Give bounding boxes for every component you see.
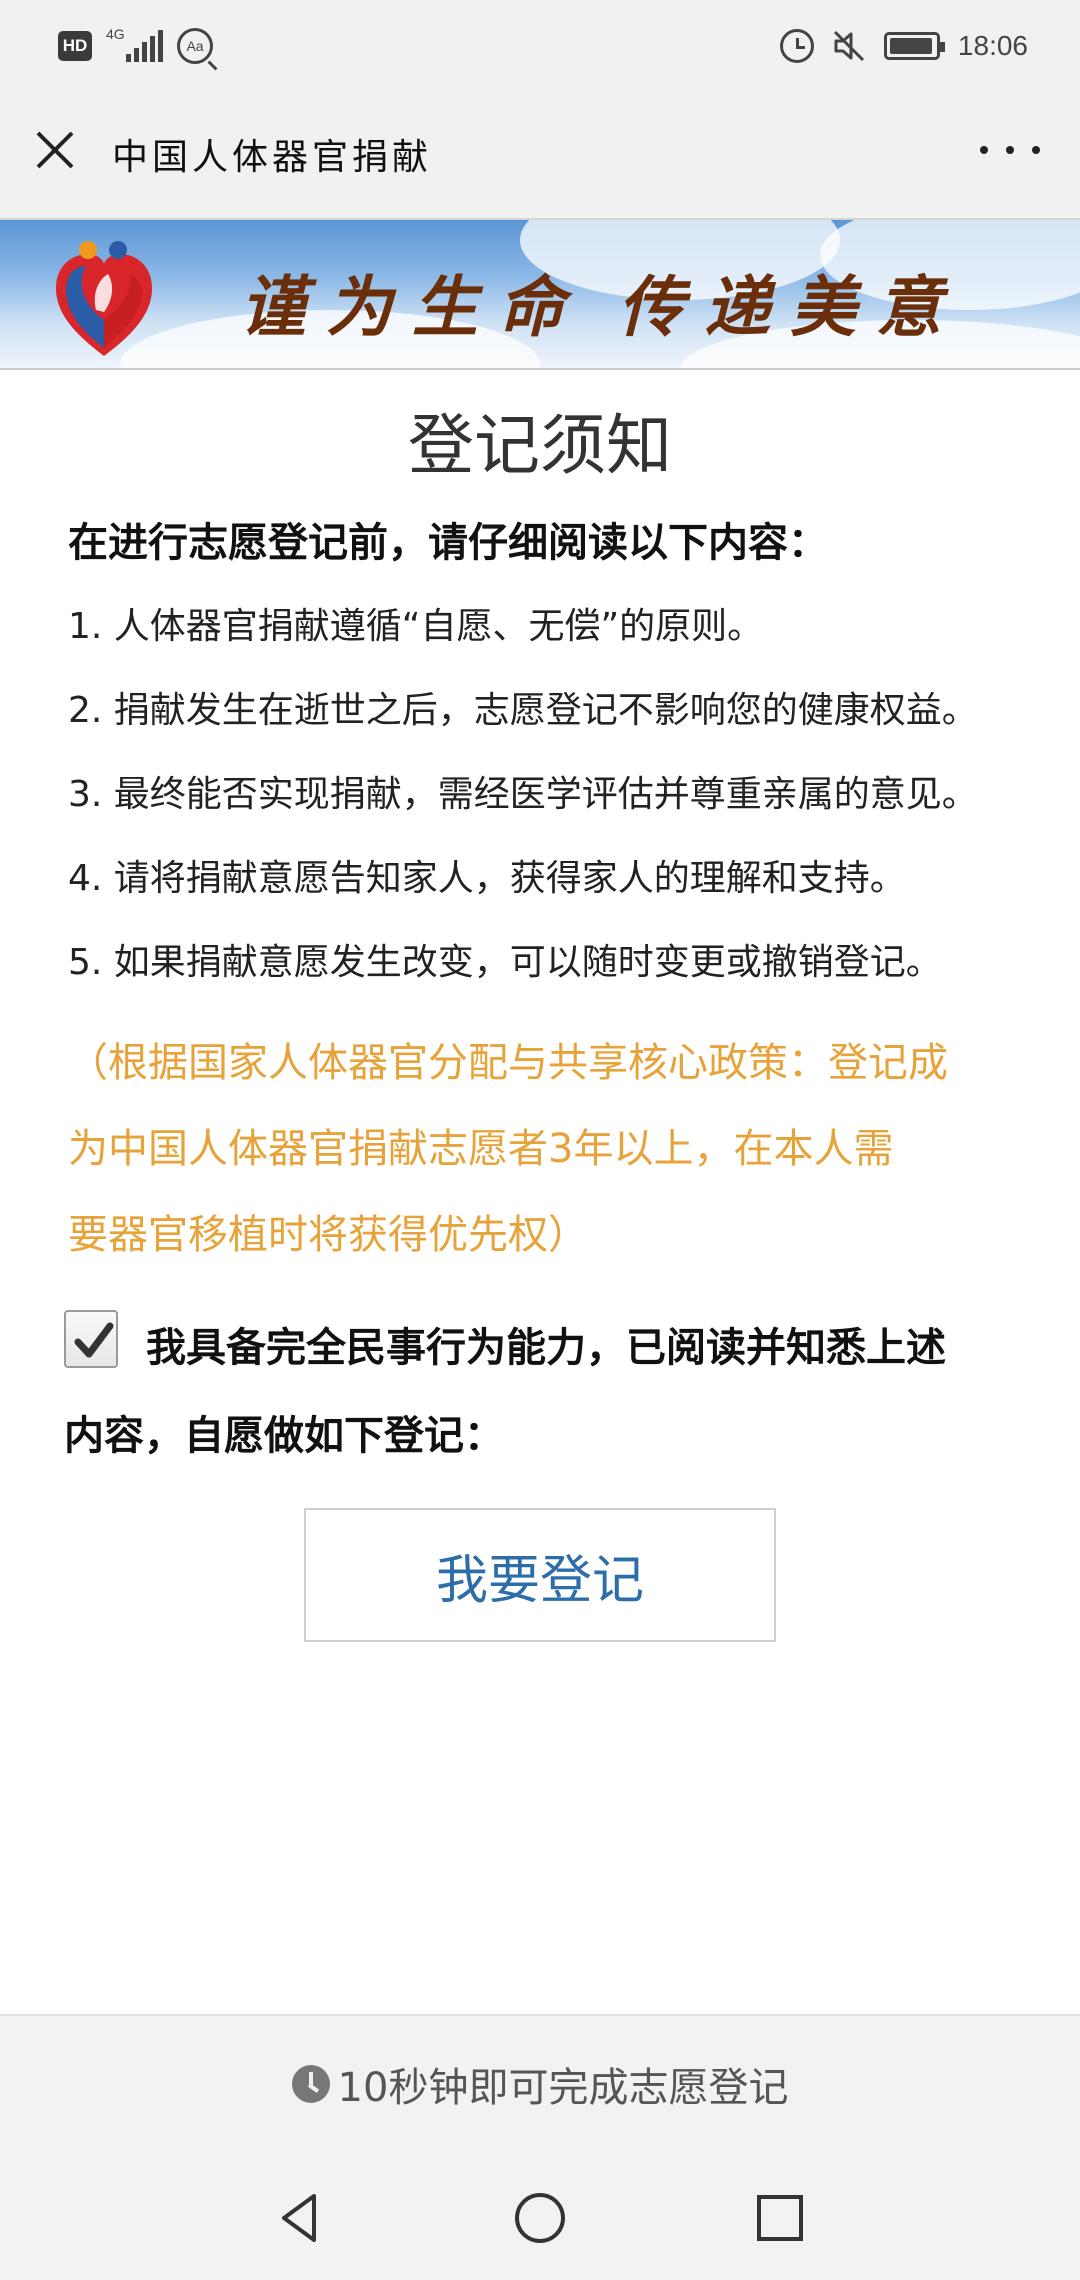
status-left: HD 4G Aa <box>58 26 213 66</box>
navigation-bar <box>0 2152 1080 2280</box>
battery-icon <box>883 32 945 60</box>
consent-checkbox[interactable] <box>64 1310 118 1368</box>
back-icon[interactable] <box>270 2188 330 2248</box>
signal-icon: 4G <box>106 26 163 62</box>
footer-banner[interactable]: 10秒钟即可完成志愿登记 <box>0 2014 1080 2152</box>
clock-icon <box>291 2065 330 2103</box>
banner-slogan: 谨为生命 传递美意 <box>240 254 962 350</box>
mute-icon <box>833 30 864 62</box>
footer-text: 10秒钟即可完成志愿登记 <box>337 2065 789 2111</box>
notice-list: 1. 人体器官捐献遵循“自愿、无偿”的原则。 2. 捐献发生在逝世之后，志愿登记… <box>68 600 1058 1020</box>
status-time: 18:06 <box>957 30 1028 61</box>
close-icon[interactable] <box>30 125 80 175</box>
network-type: 4G <box>106 26 125 42</box>
status-right: 18:06 <box>779 24 1028 68</box>
checkmark-icon <box>74 1322 114 1358</box>
page-title: 中国人体器官捐献 <box>112 137 433 178</box>
register-button[interactable]: 我要登记 <box>304 1508 776 1642</box>
battery-fill <box>889 38 932 54</box>
notice-item: 1. 人体器官捐献遵循“自愿、无偿”的原则。 <box>68 606 764 647</box>
font-size-search-icon: Aa <box>177 28 213 64</box>
policy-line: 要器官移植时将获得优先权） <box>68 1212 588 1258</box>
notice-intro: 在进行志愿登记前，请仔细阅读以下内容： <box>68 520 828 566</box>
policy-line: （根据国家人体器官分配与共享核心政策：登记成 <box>68 1040 948 1086</box>
hd-badge: HD <box>58 31 92 61</box>
slogan-left: 谨为生命 <box>240 268 584 346</box>
notice-heading: 登记须知 <box>408 407 672 484</box>
banner: 谨为生命 传递美意 <box>0 220 1080 370</box>
organ-donation-logo <box>56 241 152 356</box>
notice-item: 4. 请将捐献意愿告知家人，获得家人的理解和支持。 <box>68 858 906 899</box>
status-bar: HD 4G Aa 18:06 <box>0 0 1080 90</box>
notice-item: 3. 最终能否实现捐献，需经医学评估并尊重亲属的意见。 <box>68 774 978 815</box>
alarm-icon <box>779 29 814 63</box>
consent-section: 我具备完全民事行为能力，已阅读并知悉上述 内容，自愿做如下登记： <box>64 1304 1024 1480</box>
more-icon[interactable] <box>980 135 1040 165</box>
consent-line: 内容，自愿做如下登记： <box>64 1413 504 1459</box>
policy-line: 为中国人体器官捐献志愿者3年以上，在本人需 <box>68 1126 894 1172</box>
consent-line: 我具备完全民事行为能力，已阅读并知悉上述 <box>146 1325 946 1371</box>
policy-note: （根据国家人体器官分配与共享核心政策：登记成 为中国人体器官捐献志愿者3年以上，… <box>68 1020 1028 1278</box>
notice-item: 2. 捐献发生在逝世之后，志愿登记不影响您的健康权益。 <box>68 690 978 731</box>
slogan-right: 传递美意 <box>618 268 962 346</box>
title-bar: 中国人体器官捐献 <box>0 90 1080 220</box>
home-icon[interactable] <box>510 2188 570 2248</box>
consent-text: 我具备完全民事行为能力，已阅读并知悉上述 内容，自愿做如下登记： <box>64 1304 1024 1480</box>
notice-item: 5. 如果捐献意愿发生改变，可以随时变更或撤销登记。 <box>68 942 942 983</box>
recents-icon[interactable] <box>750 2188 810 2248</box>
